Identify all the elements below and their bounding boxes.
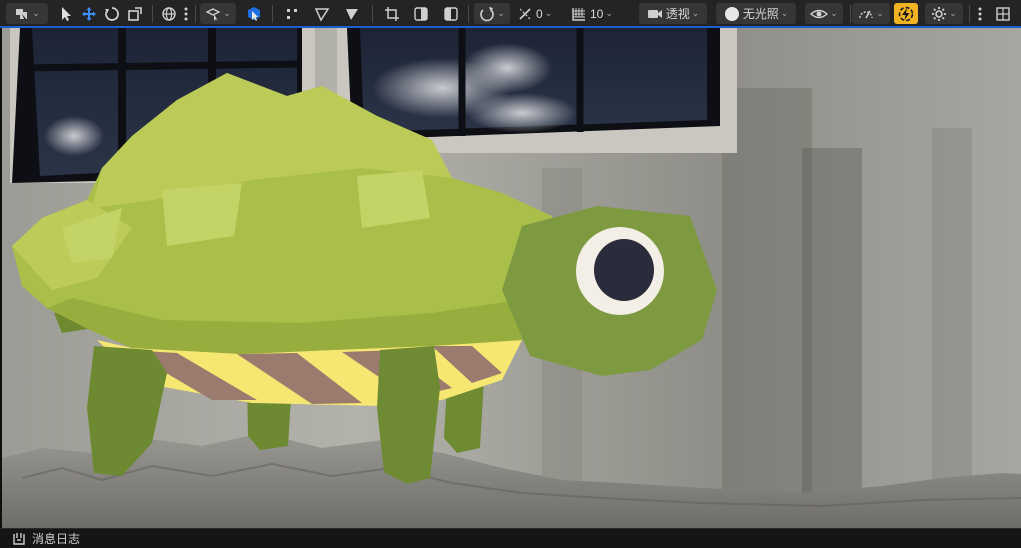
- layout-grid-icon: [996, 6, 1010, 21]
- message-log-label[interactable]: 消息日志: [32, 530, 80, 547]
- triangle-outline-icon: [314, 7, 330, 22]
- performance-dropdown[interactable]: ⌄: [852, 3, 890, 24]
- unlit-sphere-icon: [724, 6, 739, 21]
- blue-cube-cursor-icon: [248, 6, 260, 21]
- half-select-button[interactable]: [441, 3, 461, 24]
- lighting-mode-dropdown[interactable]: 无光照 ⌄: [716, 3, 796, 24]
- viewport-toolbar: ⌄ ⌄ ⌄ 0 ⌄ 10 ⌄ 透视 ⌄ 无光照 ⌄ ⌄ ⌄ ⌄: [0, 0, 1021, 28]
- chevron-down-icon: ⌄: [949, 8, 957, 18]
- cursor-arrow-icon: [62, 6, 71, 21]
- kebab-menu-icon: [978, 7, 982, 20]
- message-log-icon[interactable]: [12, 532, 26, 546]
- chevron-down-icon: ⌄: [830, 8, 838, 18]
- show-flags-dropdown[interactable]: ⌄: [805, 3, 843, 24]
- rotate-icon: [105, 6, 119, 21]
- actor-snap-toggle[interactable]: [244, 3, 264, 24]
- eye-icon: [810, 9, 829, 18]
- angle-snap-icon: [519, 7, 531, 20]
- toolbar-separator: [969, 5, 970, 23]
- translate-tool-button[interactable]: [79, 3, 99, 24]
- gauge-icon: [859, 10, 873, 18]
- 3d-viewport[interactable]: [0, 28, 1021, 528]
- select-mode-dropdown[interactable]: ⌄: [6, 3, 48, 24]
- split-box-icon: [414, 6, 428, 21]
- chevron-down-icon: ⌄: [223, 8, 231, 18]
- level-editor-viewport-window: ⌄ ⌄ ⌄ 0 ⌄ 10 ⌄ 透视 ⌄ 无光照 ⌄ ⌄ ⌄ ⌄ 消息日志: [0, 0, 1021, 548]
- lighting-mode-label: 无光照: [742, 7, 779, 21]
- select-tool-button[interactable]: [56, 3, 76, 24]
- grid-size-value: 10: [590, 6, 604, 21]
- triangle-filled-icon: [346, 8, 358, 20]
- vertex-dots-icon: [287, 8, 297, 19]
- vertex-select-button[interactable]: [282, 3, 302, 24]
- chevron-down-icon: ⌄: [544, 8, 553, 18]
- chevron-down-icon: ⌄: [32, 8, 40, 18]
- toolbar-separator: [468, 5, 469, 23]
- status-bar: 消息日志: [0, 528, 1021, 548]
- realtime-bolt-icon: [898, 6, 914, 21]
- angle-snap-dropdown[interactable]: 0 ⌄: [517, 3, 561, 24]
- scene-render: [2, 28, 1021, 528]
- coordinate-options-button[interactable]: [180, 3, 192, 24]
- angle-snap-value: 0: [536, 6, 543, 21]
- rotate-tool-button[interactable]: [102, 3, 122, 24]
- view-mode-label: 透视: [665, 7, 690, 21]
- edge-select-button[interactable]: [312, 3, 332, 24]
- mirror-tool-button[interactable]: [411, 3, 431, 24]
- toolbar-separator: [195, 5, 196, 23]
- more-options-button[interactable]: [974, 3, 986, 24]
- toolbar-separator: [152, 5, 153, 23]
- face-select-button[interactable]: [342, 3, 362, 24]
- surface-snap-icon: [205, 7, 221, 21]
- view-mode-dropdown[interactable]: 透视 ⌄: [639, 3, 707, 24]
- toolbar-separator: [372, 5, 373, 23]
- scale-tool-button[interactable]: [125, 3, 145, 24]
- rotation-snap-dropdown[interactable]: ⌄: [474, 3, 510, 24]
- move-arrows-icon: [82, 6, 96, 21]
- grid-icon: [572, 7, 585, 21]
- viewport-settings-dropdown[interactable]: ⌄: [925, 3, 963, 24]
- chevron-down-icon: ⌄: [780, 8, 789, 18]
- coordinate-system-button[interactable]: [159, 3, 179, 24]
- surface-snapping-dropdown[interactable]: ⌄: [200, 3, 236, 24]
- half-box-icon: [444, 6, 458, 21]
- gear-icon: [932, 6, 947, 21]
- toolbar-separator: [850, 5, 851, 23]
- toolbar-separator: [272, 5, 273, 23]
- chevron-down-icon: ⌄: [497, 8, 505, 18]
- crop-icon: [385, 6, 399, 21]
- kebab-menu-icon: [184, 7, 188, 20]
- grid-size-dropdown[interactable]: 10 ⌄: [571, 3, 623, 24]
- chevron-down-icon: ⌄: [876, 8, 884, 18]
- rotation-snap-icon: [480, 6, 494, 21]
- crop-tool-button[interactable]: [382, 3, 402, 24]
- camera-icon: [647, 9, 662, 18]
- scale-icon: [128, 6, 142, 21]
- chevron-down-icon: ⌄: [605, 8, 613, 18]
- viewport-layout-button[interactable]: [993, 3, 1013, 24]
- realtime-toggle-button[interactable]: [894, 3, 918, 24]
- mode-select-icon: [16, 8, 28, 20]
- chevron-down-icon: ⌄: [691, 8, 700, 18]
- globe-icon: [162, 6, 176, 21]
